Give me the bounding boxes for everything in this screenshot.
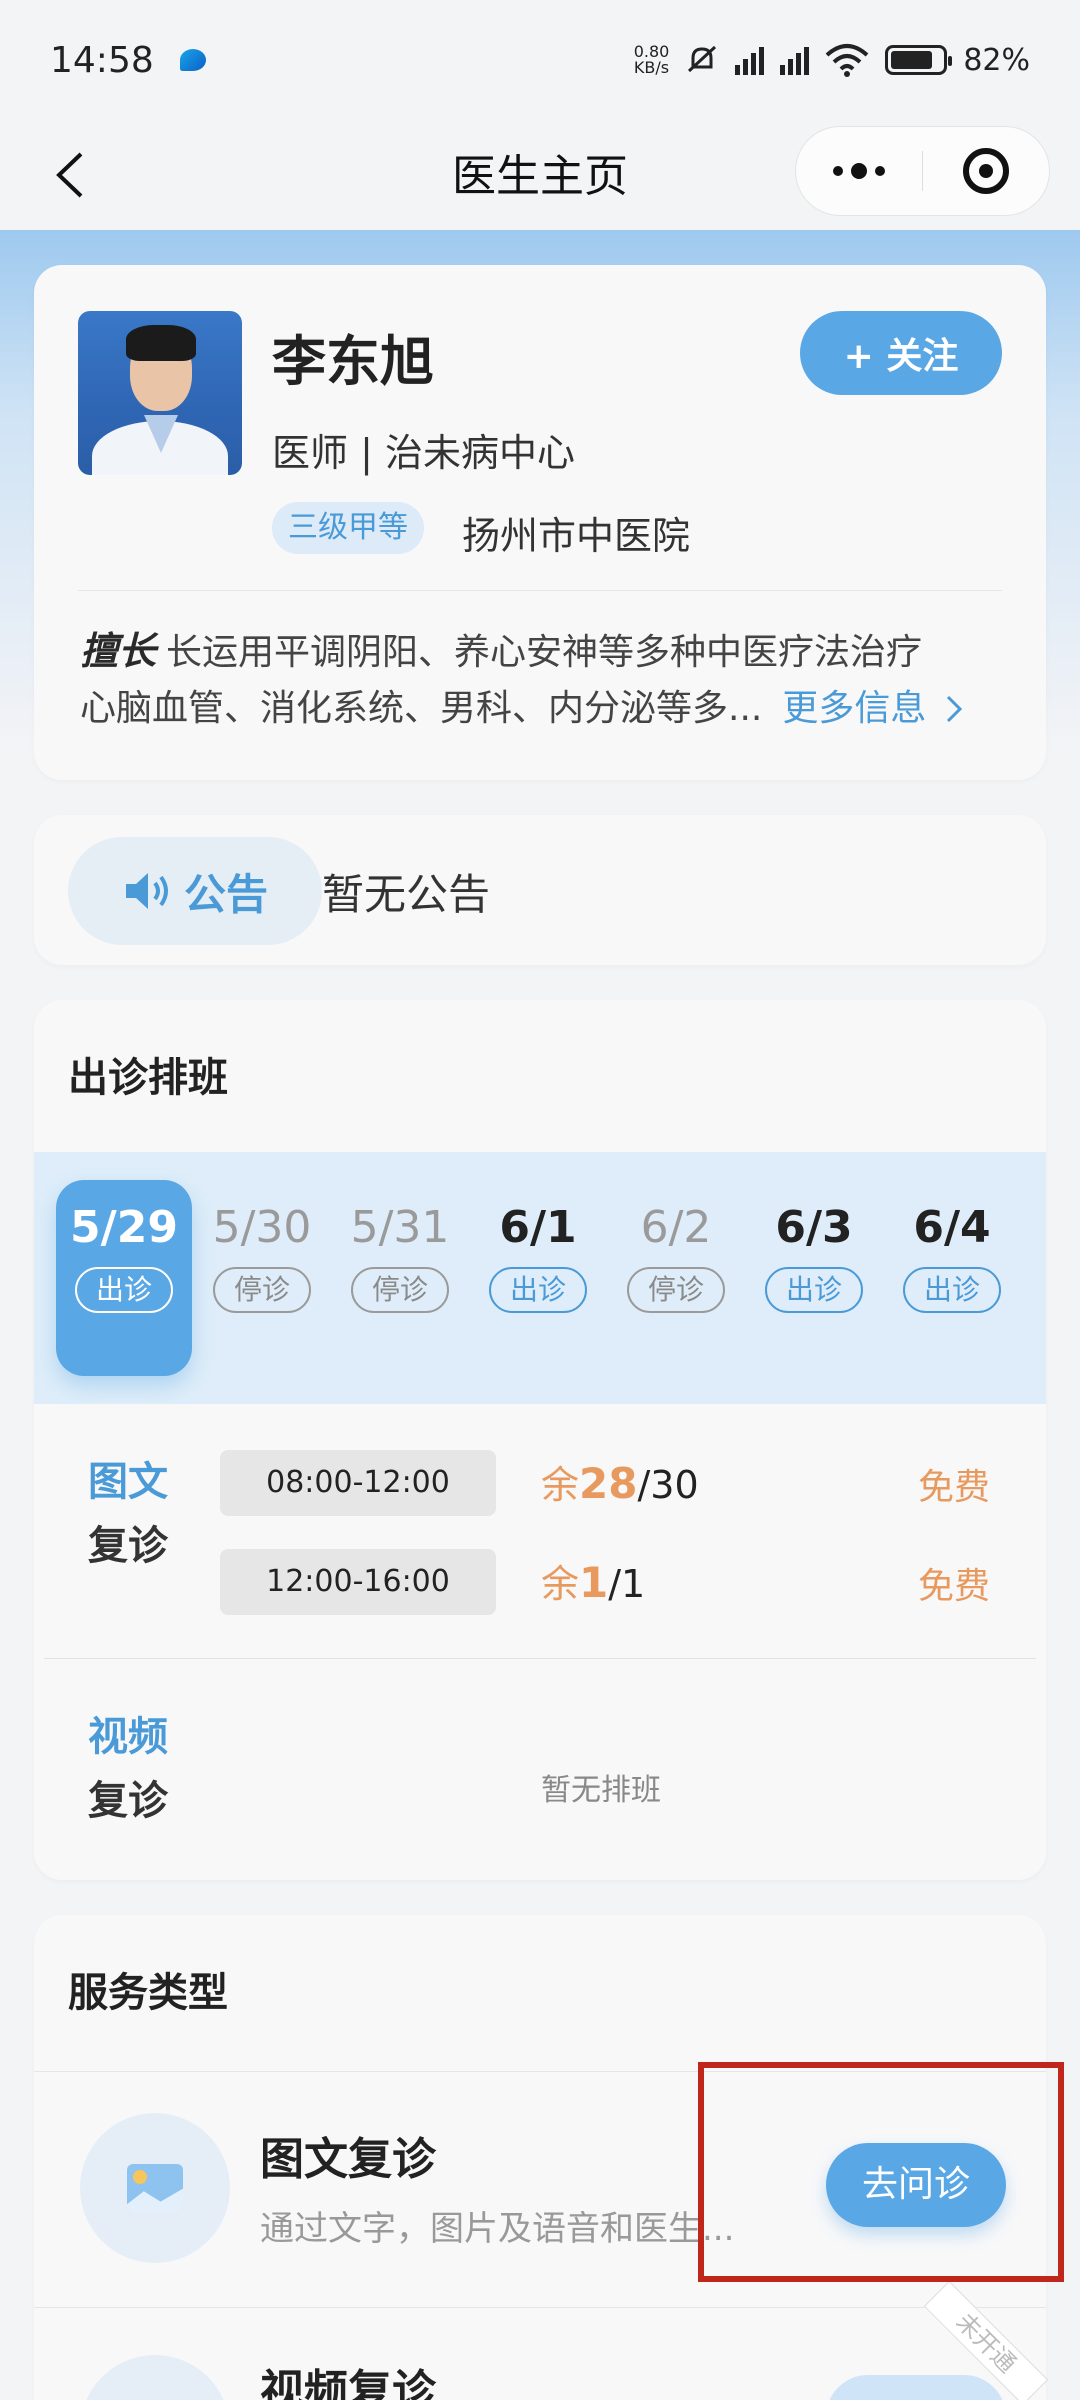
slot-price: 免费 xyxy=(917,1467,990,1508)
divider xyxy=(34,2307,1046,2308)
status-time: 14:58 xyxy=(50,39,154,81)
more-menu-button[interactable] xyxy=(796,163,922,179)
date-label: 6/2 xyxy=(640,1202,712,1253)
specialty-text: 长运用平调阴阳、养心安神等多种中医疗法治疗 xyxy=(166,632,923,673)
notice-text: 暂无公告 xyxy=(322,870,491,919)
status-bar: 14:58 0.80 KB/s 82% xyxy=(0,0,1080,120)
doctor-profile-card: 李东旭 医师 | 治未病中心 三级甲等 扬州市中医院 + 关注 擅长 长运用平调阴… xyxy=(34,265,1046,780)
close-mini-program-button[interactable] xyxy=(923,148,1049,194)
date-label: 5/30 xyxy=(212,1202,312,1253)
hospital-level-badge: 三级甲等 xyxy=(272,502,424,554)
date-item[interactable]: 6/3 出诊 xyxy=(746,1180,882,1376)
notice-label: 公告 xyxy=(183,869,268,919)
date-item[interactable]: 5/31 停诊 xyxy=(332,1180,468,1376)
slot-price: 免费 xyxy=(917,1566,990,1607)
mute-bell-icon xyxy=(688,45,717,73)
mini-program-capsule xyxy=(795,126,1050,216)
more-info-link[interactable]: 更多信息 xyxy=(782,681,963,737)
nav-bar: 医生主页 xyxy=(0,120,1080,230)
date-item[interactable]: 6/4 出诊 xyxy=(884,1180,1020,1376)
date-item[interactable]: 5/29 出诊 xyxy=(56,1180,192,1376)
time-slot[interactable]: 12:00-16:00 xyxy=(220,1549,496,1615)
app-notification-icon xyxy=(179,49,206,71)
date-item[interactable]: 5/30 停诊 xyxy=(194,1180,330,1376)
date-label: 6/4 xyxy=(913,1202,991,1253)
target-icon xyxy=(963,148,1009,194)
date-label: 6/1 xyxy=(499,1202,577,1253)
wifi-icon xyxy=(825,44,869,77)
divider xyxy=(44,1658,1036,1659)
service-icon-wrap xyxy=(80,2355,230,2400)
follow-button[interactable]: + 关注 xyxy=(800,311,1002,395)
go-consult-button-disabled[interactable]: 去问诊 xyxy=(826,2375,1006,2400)
doctor-name: 李东旭 xyxy=(272,330,434,393)
battery-text: 82% xyxy=(963,42,1030,78)
hospital-name: 扬州市中医院 xyxy=(462,514,691,558)
notice-badge: 公告 xyxy=(68,837,322,945)
highlight-annotation-box xyxy=(698,2062,1064,2282)
date-label: 6/3 xyxy=(775,1202,853,1253)
more-dot-icon xyxy=(833,166,843,176)
service-types-title: 服务类型 xyxy=(68,1970,228,2016)
doctor-avatar xyxy=(78,311,242,475)
specialty-text: 心脑血管、消化系统、男科、内分泌等多... xyxy=(80,688,763,729)
time-slot[interactable]: 08:00-12:00 xyxy=(220,1450,496,1516)
slot-remaining: 余28/30 xyxy=(541,1459,699,1508)
date-item[interactable]: 6/2 停诊 xyxy=(608,1180,744,1376)
date-selector: 5/29 出诊 5/30 停诊 5/31 停诊 6/1 出诊 6/2 停诊 6/3 出诊 6/4 出诊 xyxy=(34,1152,1046,1404)
date-status-badge: 停诊 xyxy=(351,1267,449,1313)
slot-remaining: 余1/1 xyxy=(541,1558,646,1607)
service-name: 图文复诊 xyxy=(260,2134,436,2185)
more-dot-icon xyxy=(851,163,867,179)
chevron-right-icon xyxy=(946,695,962,723)
signal-icon xyxy=(735,45,765,75)
speaker-icon xyxy=(125,873,168,909)
doctor-title: 医师 | 治未病中心 xyxy=(272,431,575,475)
date-status-badge: 停诊 xyxy=(627,1267,725,1313)
date-label: 5/31 xyxy=(350,1202,450,1253)
date-status-badge: 出诊 xyxy=(765,1267,863,1313)
schedule-card: 出诊排班 5/29 出诊 5/30 停诊 5/31 停诊 6/1 出诊 6/2 停诊 6/3 出诊 6/… xyxy=(34,1000,1046,1880)
network-speed: 0.80 KB/s xyxy=(633,42,670,77)
date-status-badge: 出诊 xyxy=(75,1267,173,1313)
image-chat-icon xyxy=(127,2164,183,2212)
no-schedule-text: 暂无排班 xyxy=(541,1773,661,1808)
service-name: 视频复诊 xyxy=(260,2366,436,2400)
notice-card: 公告 暂无公告 xyxy=(34,815,1046,965)
specialty-section: 擅长 长运用平调阴阳、养心安神等多种中医疗法治疗 心脑血管、消化系统、男科、内分泌… xyxy=(80,623,1010,737)
specialty-label: 擅长 xyxy=(80,629,157,673)
date-status-badge: 停诊 xyxy=(213,1267,311,1313)
date-item[interactable]: 6/1 出诊 xyxy=(470,1180,606,1376)
video-consult-label: 视频 复诊 xyxy=(88,1714,168,1824)
battery-icon xyxy=(885,45,953,75)
service-icon-wrap xyxy=(80,2113,230,2263)
signal-icon xyxy=(780,45,810,75)
date-status-badge: 出诊 xyxy=(903,1267,1001,1313)
more-dot-icon xyxy=(875,166,885,176)
divider xyxy=(78,590,1002,591)
date-label: 5/29 xyxy=(70,1202,178,1253)
schedule-title: 出诊排班 xyxy=(68,1055,228,1101)
date-status-badge: 出诊 xyxy=(489,1267,587,1313)
text-consult-label: 图文 复诊 xyxy=(88,1459,168,1569)
